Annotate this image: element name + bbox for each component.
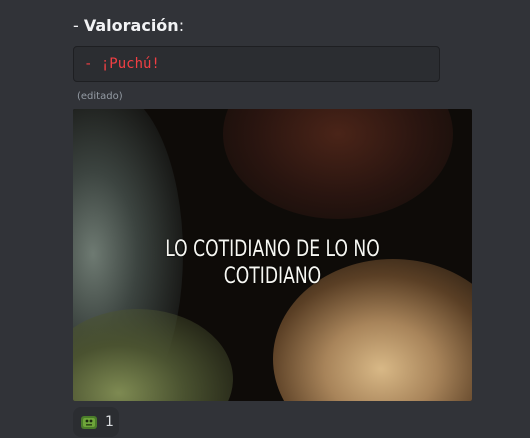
chat-message: - Valoración: - ¡Puchú! (editado) LO COT…	[0, 0, 530, 438]
reaction-button[interactable]: 1	[73, 407, 119, 437]
video-frame-bottom-left-green	[73, 309, 233, 401]
video-caption: LO COTIDIANO DE LO NO COTIDIANO	[117, 236, 428, 290]
heading-prefix: -	[73, 16, 84, 35]
video-embed[interactable]: LO COTIDIANO DE LO NO COTIDIANO	[73, 109, 472, 401]
heading-suffix: :	[178, 16, 185, 35]
video-caption-line-1: LO COTIDIANO DE LO NO	[165, 237, 380, 262]
message-heading: - Valoración:	[73, 16, 184, 36]
edited-label: (editado)	[77, 91, 123, 102]
video-frame-top-glow	[223, 109, 453, 219]
heading-bold-text: Valoración	[83, 16, 179, 35]
code-block: - ¡Puchú!	[73, 46, 440, 82]
reaction-count: 1	[105, 414, 114, 430]
video-caption-line-2: COTIDIANO	[223, 264, 322, 289]
green-creature-emoji-icon	[80, 413, 98, 431]
